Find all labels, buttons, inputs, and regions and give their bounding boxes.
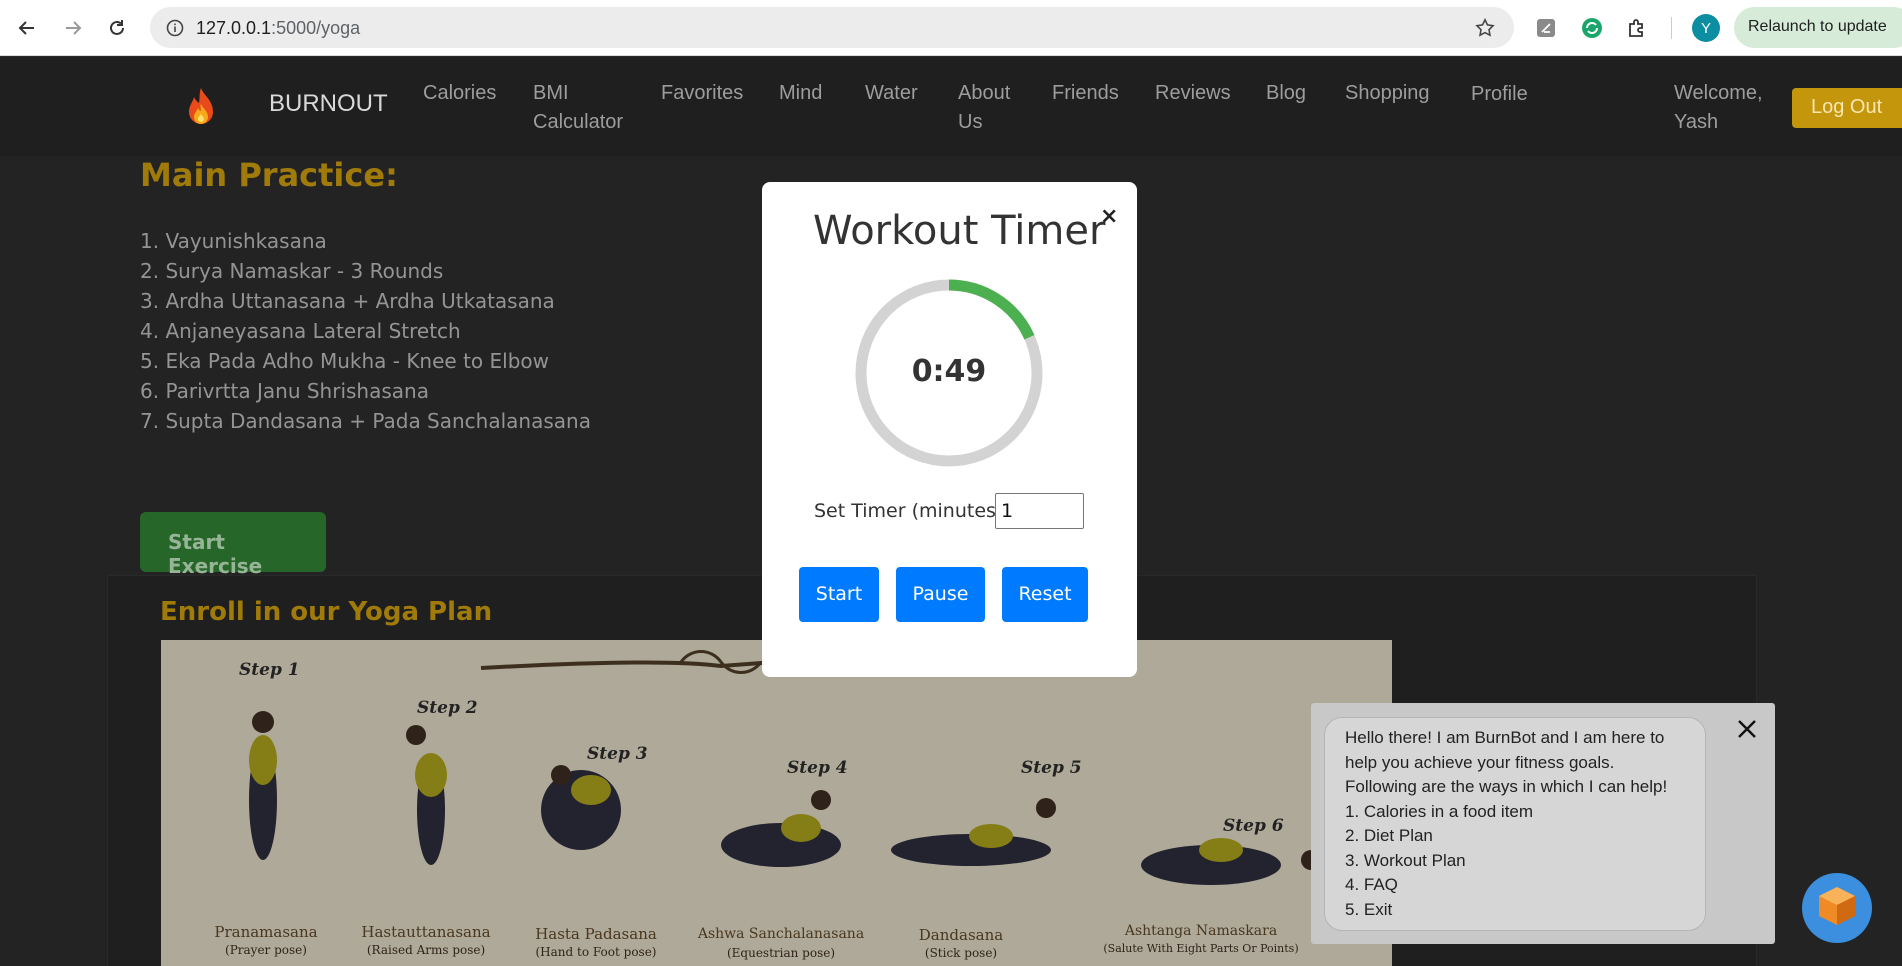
browser-toolbar: 127.0.0.1:5000/yoga Y Relaunch to update (0, 0, 1902, 56)
start-button[interactable]: Start (799, 567, 879, 622)
chat-line: help you achieve your fitness goals. (1345, 752, 1615, 772)
nav-link-profile[interactable]: Profile (1471, 80, 1528, 109)
chat-line: 1. Calories in a food item (1345, 801, 1534, 821)
toolbar-divider (1671, 17, 1672, 39)
nav-link-shopping[interactable]: Shopping (1345, 79, 1430, 108)
timer-label: Set Timer (minutes): (814, 500, 1010, 522)
extension-sync-icon[interactable] (1578, 14, 1606, 42)
timer-display: 0:49 (911, 354, 987, 389)
timer-minutes-input[interactable] (995, 493, 1084, 529)
chat-close-icon[interactable] (1735, 717, 1759, 741)
reload-icon[interactable] (103, 14, 131, 42)
chat-line: 5. Exit (1345, 899, 1393, 919)
flame-logo-icon[interactable] (186, 86, 216, 126)
workout-timer-modal: Workout Timer × 0:49 Set Timer (minutes)… (762, 182, 1137, 677)
nav-link-friends[interactable]: Friends (1052, 79, 1119, 108)
nav-link-blog[interactable]: Blog (1266, 79, 1306, 108)
chatbot-cube-icon (1819, 887, 1855, 925)
nav-link-about-us[interactable]: About Us (958, 79, 1028, 137)
welcome-text: Welcome, Yash (1674, 82, 1763, 133)
modal-title: Workout Timer (813, 208, 1106, 254)
nav-link-reviews[interactable]: Reviews (1155, 79, 1231, 108)
site-info-icon[interactable] (166, 19, 184, 37)
profile-avatar[interactable]: Y (1692, 14, 1720, 42)
forward-icon[interactable] (59, 14, 87, 42)
bookmark-star-icon[interactable] (1474, 17, 1496, 39)
nav-link-bmi-calculator[interactable]: BMI Calculator (533, 79, 633, 137)
nav-link-mind[interactable]: Mind (779, 79, 822, 108)
url-text: 127.0.0.1:5000/yoga (196, 18, 361, 38)
chatbot-launcher-button[interactable] (1802, 873, 1872, 943)
brand-name[interactable]: BURNOUT (269, 90, 388, 118)
chat-line: Following are the ways in which I can he… (1345, 777, 1668, 796)
extensions-puzzle-icon[interactable] (1623, 14, 1651, 42)
nav-link-calories[interactable]: Calories (423, 79, 496, 108)
chat-line: Hello there! I am BurnBot and I am here … (1345, 728, 1665, 747)
extension-docs-icon[interactable] (1532, 14, 1560, 42)
chat-line: 2. Diet Plan (1345, 826, 1433, 845)
close-icon[interactable]: × (1100, 204, 1120, 229)
chatbot-message: Hello there! I am BurnBot and I am here … (1324, 717, 1706, 931)
relaunch-button[interactable]: Relaunch to update (1734, 7, 1902, 48)
back-icon[interactable] (13, 14, 41, 42)
nav-link-favorites[interactable]: Favorites (661, 79, 743, 108)
address-bar[interactable]: 127.0.0.1:5000/yoga (150, 7, 1514, 48)
chat-line: 3. Workout Plan (1345, 850, 1466, 870)
pause-button[interactable]: Pause (896, 567, 985, 622)
nav-link-water[interactable]: Water (865, 79, 918, 108)
logout-button[interactable]: Log Out (1792, 88, 1902, 128)
chat-line: 4. FAQ (1345, 875, 1398, 894)
reset-button[interactable]: Reset (1002, 567, 1088, 622)
